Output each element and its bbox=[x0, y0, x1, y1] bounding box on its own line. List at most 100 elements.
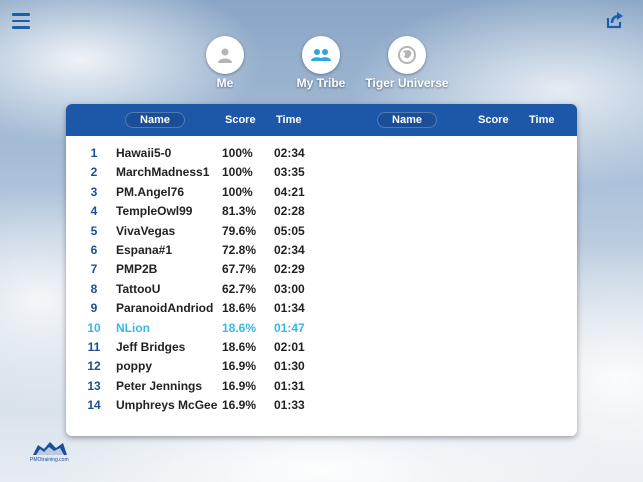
player-time: 01:33 bbox=[274, 398, 305, 413]
globe-icon bbox=[398, 46, 416, 64]
player-score: 16.9% bbox=[222, 398, 257, 413]
player-time: 03:35 bbox=[274, 165, 305, 180]
tab-my-tribe-button[interactable] bbox=[302, 36, 340, 74]
player-score: 62.7% bbox=[222, 281, 257, 296]
share-button[interactable] bbox=[605, 10, 625, 30]
player-score: 18.6% bbox=[222, 301, 257, 316]
rank: 14 bbox=[87, 398, 101, 413]
player-name: NLion bbox=[116, 320, 150, 335]
view-tabs: Me My Tribe Tiger Universe bbox=[0, 36, 643, 96]
leaderboard-panel: Name Score Time Name Score Time 1 Hawaii5… bbox=[66, 104, 577, 436]
table-row[interactable]: 12 poppy 16.9% 01:30 bbox=[66, 357, 577, 376]
player-score: 100% bbox=[222, 165, 253, 180]
player-time: 02:34 bbox=[274, 242, 305, 257]
table-row[interactable]: 8 TattooU 62.7% 03:00 bbox=[66, 280, 577, 299]
rank: 4 bbox=[90, 204, 98, 219]
sort-by-name-right-button[interactable]: Name bbox=[377, 112, 437, 128]
player-score: 18.6% bbox=[222, 320, 257, 335]
table-row[interactable]: 4 TempleOwl99 81.3% 02:28 bbox=[66, 202, 577, 221]
column-header-time-right[interactable]: Time bbox=[529, 104, 554, 136]
rank: 5 bbox=[90, 223, 98, 238]
player-time: 03:00 bbox=[274, 281, 305, 296]
player-score: 100% bbox=[222, 146, 253, 160]
table-row[interactable]: 6 Espana#1 72.8% 02:34 bbox=[66, 241, 577, 260]
player-score: 67.7% bbox=[222, 262, 257, 277]
player-time: 02:29 bbox=[274, 262, 305, 277]
rank: 1 bbox=[90, 146, 98, 160]
table-row[interactable]: 13 Peter Jennings 16.9% 01:31 bbox=[66, 377, 577, 396]
rank: 3 bbox=[90, 184, 98, 199]
column-header-time[interactable]: Time bbox=[276, 104, 301, 136]
column-header-name-right: Name bbox=[392, 114, 422, 126]
player-score: 100% bbox=[222, 184, 253, 199]
column-header-name: Name bbox=[140, 114, 170, 126]
player-name: VivaVegas bbox=[116, 223, 176, 238]
rank: 9 bbox=[90, 301, 98, 316]
table-row[interactable]: 2 MarchMadness1 100% 03:35 bbox=[66, 163, 577, 182]
player-time: 02:01 bbox=[274, 339, 305, 354]
tab-me-button[interactable] bbox=[206, 36, 244, 74]
table-row-current-user[interactable]: 10 NLion 18.6% 01:47 bbox=[66, 319, 577, 338]
player-name: Hawaii5-0 bbox=[116, 146, 172, 160]
player-name: TattooU bbox=[116, 281, 161, 296]
tab-my-tribe-label: My Tribe bbox=[296, 76, 346, 90]
player-time: 01:30 bbox=[274, 359, 305, 374]
rank: 7 bbox=[90, 262, 98, 277]
player-score: 72.8% bbox=[222, 242, 257, 257]
tab-my-tribe[interactable]: My Tribe bbox=[296, 36, 346, 90]
menu-button[interactable] bbox=[12, 13, 30, 31]
player-time: 01:47 bbox=[274, 320, 305, 335]
table-row[interactable]: 7 PMP2B 67.7% 02:29 bbox=[66, 260, 577, 279]
player-name: Peter Jennings bbox=[116, 378, 203, 393]
rank: 8 bbox=[90, 281, 98, 296]
player-time: 01:31 bbox=[274, 378, 305, 393]
share-export-icon bbox=[606, 12, 623, 29]
person-icon bbox=[218, 48, 232, 63]
table-row[interactable]: 1 Hawaii5-0 100% 02:34 bbox=[66, 144, 577, 163]
player-time: 04:21 bbox=[274, 184, 305, 199]
tab-tiger-universe-label: Tiger Universe bbox=[365, 76, 449, 90]
player-name: PM.Angel76 bbox=[116, 184, 185, 199]
player-score: 16.9% bbox=[222, 359, 257, 374]
player-name: poppy bbox=[116, 359, 152, 374]
rank: 12 bbox=[87, 359, 101, 374]
table-row[interactable]: 11 Jeff Bridges 18.6% 02:01 bbox=[66, 338, 577, 357]
table-row[interactable]: 14 Umphreys McGee 16.9% 01:33 bbox=[66, 396, 577, 415]
player-time: 02:34 bbox=[274, 146, 305, 160]
player-time: 01:34 bbox=[274, 301, 305, 316]
rank: 6 bbox=[90, 242, 98, 257]
tab-tiger-universe-button[interactable] bbox=[388, 36, 426, 74]
logo-text: PMOtraining.com bbox=[30, 457, 69, 463]
player-score: 18.6% bbox=[222, 339, 257, 354]
player-name: Espana#1 bbox=[116, 242, 173, 257]
sort-by-name-left-button[interactable]: Name bbox=[125, 112, 185, 128]
player-time: 02:28 bbox=[274, 204, 305, 219]
rank: 2 bbox=[90, 165, 98, 180]
rank: 13 bbox=[87, 378, 101, 393]
column-header-score[interactable]: Score bbox=[225, 104, 256, 136]
player-name: ParanoidAndriod bbox=[116, 301, 214, 316]
rank: 11 bbox=[87, 339, 101, 354]
table-row[interactable]: 9 ParanoidAndriod 18.6% 01:34 bbox=[66, 299, 577, 318]
table-row[interactable]: 3 PM.Angel76 100% 04:21 bbox=[66, 183, 577, 202]
leaderboard-list: 1 Hawaii5-0 100% 02:34 2 MarchMadness1 100% 03… bbox=[66, 144, 577, 415]
player-score: 79.6% bbox=[222, 223, 257, 238]
table-row[interactable]: 5 VivaVegas 79.6% 05:05 bbox=[66, 222, 577, 241]
rank: 10 bbox=[87, 320, 101, 335]
group-icon bbox=[311, 49, 331, 61]
pmo-training-logo: PMOtraining.com bbox=[30, 439, 82, 469]
player-score: 16.9% bbox=[222, 378, 257, 393]
leaderboard-header: Name Score Time Name Score Time bbox=[66, 104, 577, 136]
tiger-logo-icon bbox=[33, 442, 67, 455]
column-header-score-right[interactable]: Score bbox=[478, 104, 509, 136]
player-name: Umphreys McGee bbox=[116, 398, 218, 413]
player-name: MarchMadness1 bbox=[116, 165, 210, 180]
player-name: TempleOwl99 bbox=[116, 204, 193, 219]
hamburger-menu-icon bbox=[12, 13, 30, 29]
player-name: Jeff Bridges bbox=[116, 339, 186, 354]
tab-me[interactable]: Me bbox=[205, 36, 245, 90]
tab-me-label: Me bbox=[216, 76, 234, 90]
player-score: 81.3% bbox=[222, 204, 257, 219]
player-name: PMP2B bbox=[116, 262, 158, 277]
tab-tiger-universe[interactable]: Tiger Universe bbox=[365, 36, 449, 90]
